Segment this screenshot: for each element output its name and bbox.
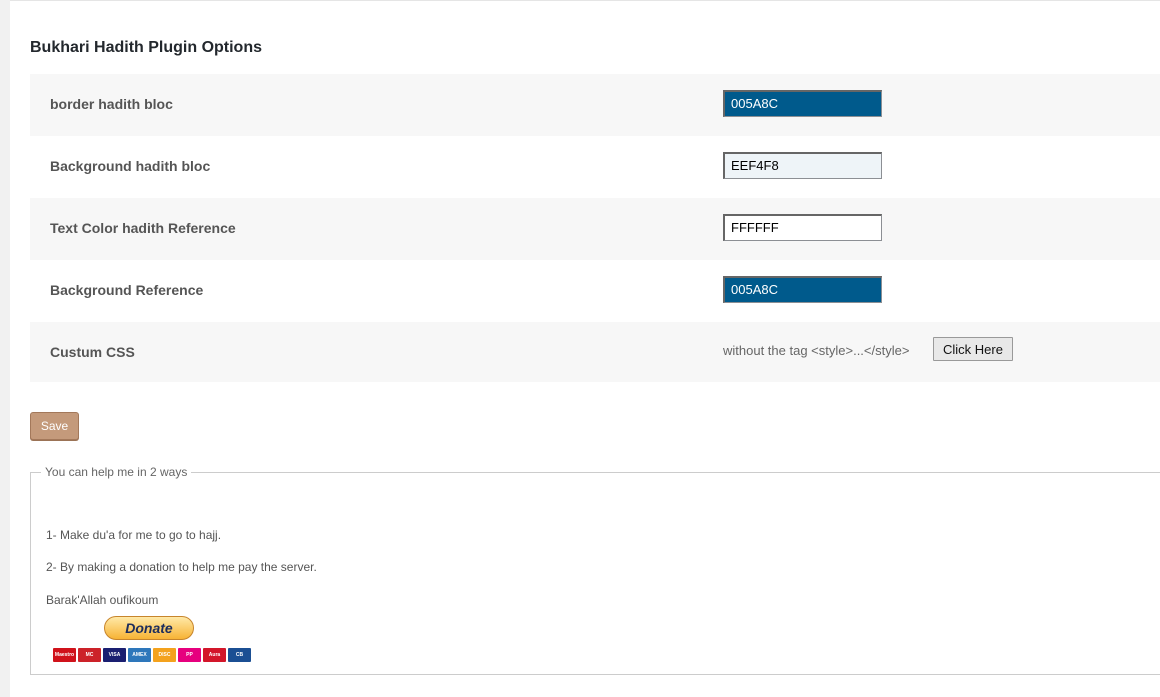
cb-card-icon: CB [228, 648, 251, 662]
visa-card-icon: VISA [103, 648, 126, 662]
donate-block: Donate Maestro MC VISA AMEX DISC PP Aura CB [53, 616, 253, 676]
help-legend: You can help me in 2 ways [45, 465, 188, 479]
option-row-reference-background: Background Reference [30, 260, 1160, 322]
amex-card-icon: AMEX [128, 648, 151, 662]
maestro-card-icon: Maestro [53, 648, 76, 662]
help-line-thanks: Barak'Allah oufikoum [46, 593, 159, 607]
aura-card-icon: Aura [203, 648, 226, 662]
page-title: Bukhari Hadith Plugin Options [30, 39, 262, 56]
option-row-background-color: Background hadith bloc [30, 136, 1160, 198]
payment-cards: Maestro MC VISA AMEX DISC PP Aura CB [53, 648, 251, 662]
option-label: Text Color hadith Reference [50, 220, 236, 236]
background-color-input[interactable] [723, 152, 882, 179]
option-row-text-color: Text Color hadith Reference [30, 198, 1160, 260]
option-label: Background hadith bloc [50, 158, 211, 174]
option-row-border-color: border hadith bloc [30, 74, 1160, 136]
reference-text-color-input[interactable] [723, 214, 882, 241]
option-label: border hadith bloc [50, 96, 173, 112]
help-line-donation: 2- By making a donation to help me pay t… [46, 560, 317, 574]
postepay-card-icon: PP [178, 648, 201, 662]
options-panel: Bukhari Hadith Plugin Options border had… [10, 0, 1160, 697]
mastercard-icon: MC [78, 648, 101, 662]
save-button[interactable]: Save [30, 412, 79, 440]
discover-card-icon: DISC [153, 648, 176, 662]
option-label: Custum CSS [50, 344, 135, 360]
reference-background-input[interactable] [723, 276, 882, 303]
help-fieldset: You can help me in 2 ways 1- Make du'a f… [30, 465, 1160, 675]
help-line-dua: 1- Make du'a for me to go to hajj. [46, 528, 222, 542]
option-row-custom-css: Custum CSS without the tag <style>...</s… [30, 322, 1160, 382]
option-label: Background Reference [50, 282, 204, 298]
border-color-input[interactable] [723, 90, 882, 117]
custom-css-hint: without the tag <style>...</style> [723, 343, 910, 358]
click-here-button[interactable]: Click Here [933, 337, 1013, 361]
donate-button[interactable]: Donate [104, 616, 194, 640]
